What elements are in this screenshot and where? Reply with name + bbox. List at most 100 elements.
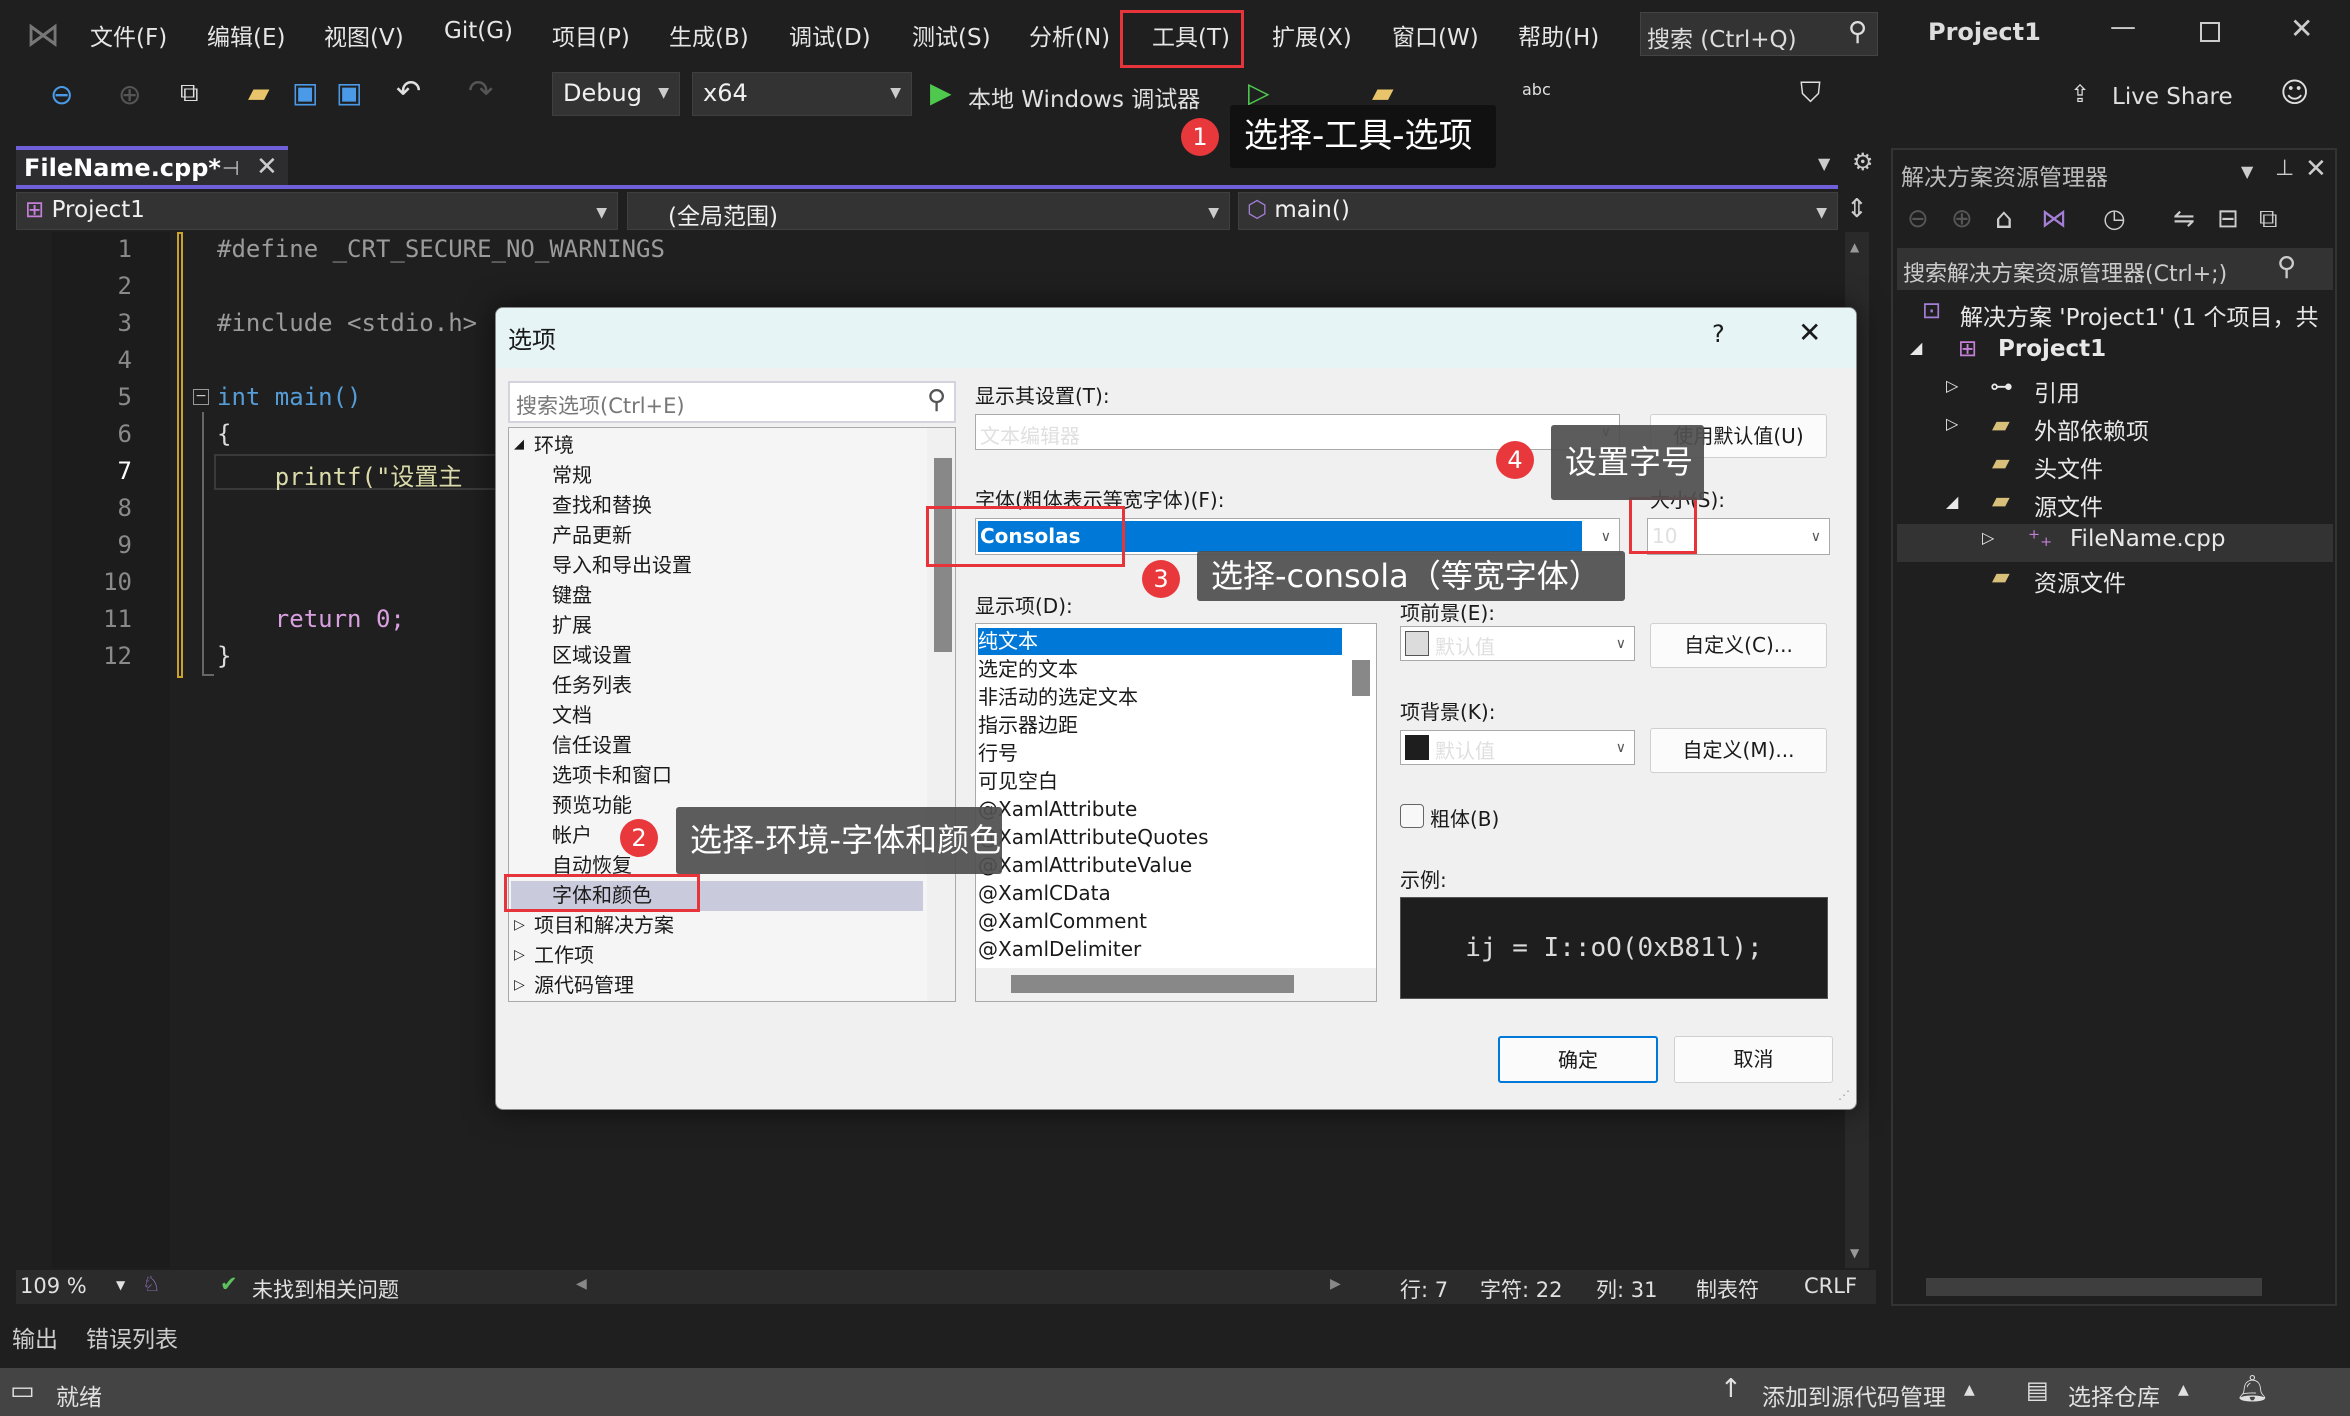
save-all-icon[interactable]: ▣ — [336, 76, 362, 109]
line-ending[interactable]: CRLF — [1804, 1274, 1857, 1298]
display-item[interactable]: @XamlComment — [978, 907, 1147, 935]
solution-search-box[interactable]: 搜索解决方案资源管理器(Ctrl+;) ⚲ — [1897, 248, 2333, 290]
zoom-dropdown-icon[interactable]: ▼ — [116, 1278, 125, 1292]
display-item[interactable]: @XamlCData — [978, 879, 1111, 907]
list-hscrollbar-thumb[interactable] — [1011, 975, 1294, 993]
tab-error-list[interactable]: 错误列表 — [86, 1320, 178, 1354]
tree-node-task-list[interactable]: 任务列表 — [552, 670, 632, 700]
display-item[interactable]: @XamlAttributeQuotes — [978, 823, 1209, 851]
menu-view[interactable]: 视图(V) — [324, 18, 404, 52]
expand-arrow-icon[interactable]: ▷ — [514, 970, 525, 1000]
tree-node-work-items[interactable]: 工作项 — [534, 940, 594, 970]
expand-arrow-icon[interactable]: ▷ — [1946, 376, 1958, 395]
start-debug-icon[interactable]: ▶ — [930, 76, 952, 109]
indent-mode[interactable]: 制表符 — [1696, 1274, 1759, 1304]
menu-analyze[interactable]: 分析(N) — [1029, 18, 1110, 52]
custom-foreground-button[interactable]: 自定义(C)... — [1650, 623, 1827, 668]
line-indicator[interactable]: 行: 7 — [1400, 1274, 1448, 1304]
home-icon[interactable]: ⌂ — [1995, 202, 2013, 235]
tree-node-preview[interactable]: 预览功能 — [552, 790, 632, 820]
menu-file[interactable]: 文件(F) — [90, 18, 167, 52]
editor-tab-active[interactable]: FileName.cpp* ⊣ ✕ — [16, 146, 288, 186]
cancel-button[interactable]: 取消 — [1674, 1036, 1833, 1083]
add-to-source-control[interactable]: 添加到源代码管理 — [1762, 1378, 1946, 1412]
live-share-button[interactable]: Live Share — [2112, 84, 2233, 110]
list-hscrollbar[interactable] — [976, 968, 1376, 1001]
tree-item-header-files[interactable]: 头文件 — [2034, 450, 2103, 484]
display-item[interactable]: 选定的文本 — [978, 655, 1078, 683]
save-icon[interactable]: ▣ — [292, 76, 318, 109]
bold-checkbox[interactable] — [1400, 804, 1424, 828]
new-project-icon[interactable]: ⧉ — [180, 78, 199, 109]
redo-icon[interactable]: ↷ — [468, 74, 493, 109]
display-item[interactable]: 行号 — [978, 739, 1018, 767]
scroll-right-icon[interactable]: ▶ — [1330, 1276, 1341, 1292]
copilot-icon[interactable]: ♘ — [142, 1272, 161, 1296]
pin-icon[interactable]: ⊣ — [222, 156, 239, 180]
forward-icon[interactable]: ⊕ — [1951, 204, 1973, 234]
scroll-left-icon[interactable]: ◀ — [576, 1276, 587, 1292]
close-dialog-button[interactable]: ✕ — [1798, 316, 1821, 349]
expand-arrow-icon[interactable]: ▷ — [514, 940, 525, 970]
start-debug-button[interactable]: 本地 Windows 调试器 — [968, 80, 1200, 114]
expand-arrow-icon[interactable]: ◢ — [1946, 492, 1958, 511]
global-search-box[interactable]: 搜索 (Ctrl+Q) ⚲ — [1640, 12, 1878, 56]
select-repository[interactable]: 选择仓库 — [2068, 1378, 2160, 1412]
display-item[interactable]: 可见空白 — [978, 767, 1058, 795]
tree-item-external-deps[interactable]: 外部依赖项 — [2034, 412, 2149, 446]
ok-button[interactable]: 确定 — [1498, 1036, 1658, 1083]
tree-node-environment[interactable]: 环境 — [534, 430, 574, 460]
nav-member-select[interactable]: ⬡ main() ▼ — [1238, 192, 1838, 230]
tree-node-keyboard[interactable]: 键盘 — [552, 580, 592, 610]
list-scrollbar-thumb[interactable] — [1352, 660, 1370, 696]
expand-arrow-icon[interactable]: ▷ — [1982, 528, 1994, 547]
back-icon[interactable]: ⊖ — [1907, 204, 1929, 234]
expand-arrow-icon[interactable]: ▷ — [514, 910, 525, 940]
scroll-up-icon[interactable]: ▲ — [1850, 240, 1859, 254]
minimize-button[interactable]: — — [2110, 12, 2136, 42]
tree-item-source-files[interactable]: 源文件 — [2034, 488, 2103, 522]
show-all-files-icon[interactable]: ⧉ — [2259, 204, 2278, 235]
menu-test[interactable]: 测试(S) — [912, 18, 991, 52]
undo-icon[interactable]: ↶ — [396, 74, 421, 109]
menu-build[interactable]: 生成(B) — [669, 18, 749, 52]
scroll-down-icon[interactable]: ▼ — [1850, 1246, 1859, 1260]
collapse-all-icon[interactable]: ⊟ — [2217, 204, 2239, 234]
menu-git[interactable]: Git(G) — [444, 18, 513, 44]
live-share-icon[interactable]: ⇪ — [2070, 80, 2090, 108]
custom-background-button[interactable]: 自定义(M)... — [1650, 728, 1827, 773]
menu-edit[interactable]: 编辑(E) — [207, 18, 285, 52]
expand-arrow-icon[interactable]: ◢ — [514, 430, 524, 460]
tree-node-tabs-windows[interactable]: 选项卡和窗口 — [552, 760, 672, 790]
maximize-button[interactable] — [2200, 22, 2220, 42]
col-indicator[interactable]: 列: 31 — [1596, 1274, 1657, 1304]
nav-scope-select[interactable]: (全局范围) ▼ — [627, 192, 1230, 230]
pin-icon[interactable]: ⊥ — [2275, 156, 2294, 181]
display-item[interactable]: 纯文本 — [978, 627, 1038, 655]
close-panel-icon[interactable]: ✕ — [2305, 154, 2327, 184]
display-item[interactable]: 指示器边距 — [978, 711, 1078, 739]
close-window-button[interactable]: ✕ — [2290, 12, 2313, 45]
menu-window[interactable]: 窗口(W) — [1392, 18, 1479, 52]
forward-icon[interactable]: ⊕ — [118, 78, 141, 111]
menu-debug[interactable]: 调试(D) — [789, 18, 871, 52]
tree-node-documents[interactable]: 文档 — [552, 700, 592, 730]
tree-node-product-updates[interactable]: 产品更新 — [552, 520, 632, 550]
tree-item-references[interactable]: 引用 — [2034, 374, 2080, 408]
close-tab-icon[interactable]: ✕ — [256, 152, 278, 182]
sync-icon[interactable]: ⇋ — [2173, 204, 2195, 234]
solution-config-select[interactable]: Debug ▼ — [552, 72, 680, 116]
tree-node-import-export[interactable]: 导入和导出设置 — [552, 550, 692, 580]
bookmark-icon[interactable]: ⛉ — [1800, 76, 1821, 110]
tree-item-project[interactable]: Project1 — [1998, 336, 2106, 362]
tree-node-find-replace[interactable]: 查找和替换 — [552, 490, 652, 520]
issues-status[interactable]: 未找到相关问题 — [252, 1274, 399, 1304]
notification-icon[interactable]: ▭ — [10, 1376, 35, 1406]
switch-views-icon[interactable]: ⋈ — [2041, 204, 2067, 234]
bell-icon[interactable]: 🔔︎ — [2236, 1374, 2269, 1404]
display-item[interactable]: @XamlDelimiter — [978, 935, 1141, 963]
back-icon[interactable]: ⊖ — [50, 78, 73, 111]
tree-node-general[interactable]: 常规 — [552, 460, 592, 490]
tree-node-regional[interactable]: 区域设置 — [552, 640, 632, 670]
options-search-input[interactable]: 搜索选项(Ctrl+E) ⚲ — [508, 381, 956, 423]
